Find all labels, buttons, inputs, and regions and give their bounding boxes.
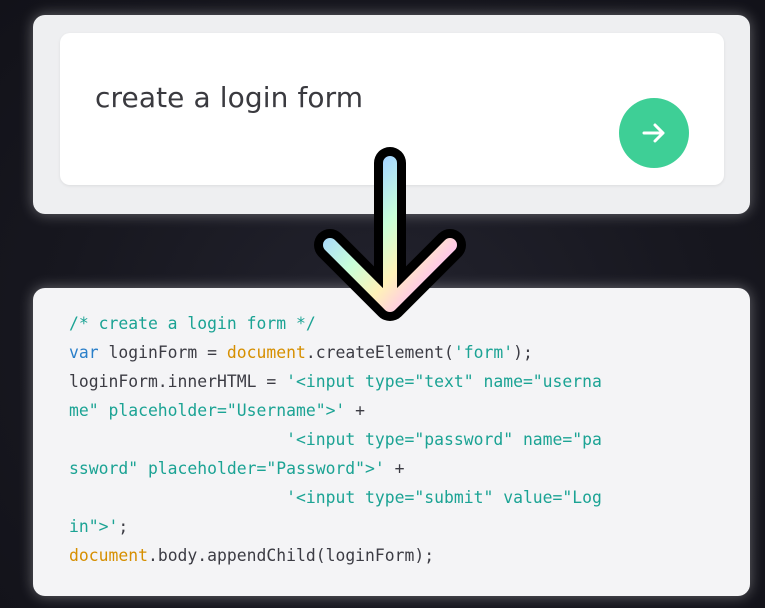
- code-token-plain: +: [345, 401, 366, 420]
- code-line: loginForm.innerHTML = '<input type="text…: [69, 367, 602, 396]
- code-token-plain: loginForm =: [98, 343, 227, 362]
- code-token-string: in">': [69, 517, 119, 536]
- arrow-right-icon: [642, 123, 665, 143]
- code-token-plain: loginForm.innerHTML =: [69, 372, 287, 391]
- code-token-keyword: var: [69, 343, 99, 362]
- code-line: var loginForm = document.createElement('…: [69, 338, 602, 367]
- code-token-string: '<input type="password" name="pa: [286, 430, 602, 449]
- code-token-comment: /* create a login form */: [69, 314, 316, 333]
- code-token-plain: );: [513, 343, 533, 362]
- submit-button[interactable]: [619, 98, 689, 168]
- code-token-plain: ;: [118, 517, 129, 536]
- code-line: me" placeholder="Username">' +: [69, 396, 602, 425]
- code-line: ssword" placeholder="Password">' +: [69, 454, 602, 483]
- code-token-global: document: [226, 343, 306, 362]
- code-token-string: ssword" placeholder="Password">': [69, 459, 385, 478]
- code-token-global: document: [69, 546, 148, 565]
- screenshot-stage: create a login form /* create a login fo…: [0, 0, 765, 608]
- code-line: '<input type="password" name="pa: [69, 425, 602, 454]
- code-token-string: 'form': [453, 343, 514, 362]
- code-token-string: '<input type="text" name="userna: [286, 372, 602, 391]
- code-block: /* create a login form */ var loginForm =…: [69, 309, 602, 570]
- code-line: in">';: [69, 512, 602, 541]
- code-token-string: '<input type="submit" value="Log: [286, 488, 602, 507]
- prompt-text[interactable]: create a login form: [95, 81, 363, 114]
- code-token-plain: +: [384, 459, 405, 478]
- code-line: '<input type="submit" value="Log: [69, 483, 602, 512]
- code-line: document.body.appendChild(loginForm);: [69, 541, 602, 570]
- code-token-plain: .createElement(: [305, 343, 454, 362]
- code-token-string: me" placeholder="Username">': [69, 401, 346, 420]
- arrow-down-icon: [314, 147, 466, 321]
- code-token-plain: .body.appendChild(loginForm);: [147, 546, 435, 565]
